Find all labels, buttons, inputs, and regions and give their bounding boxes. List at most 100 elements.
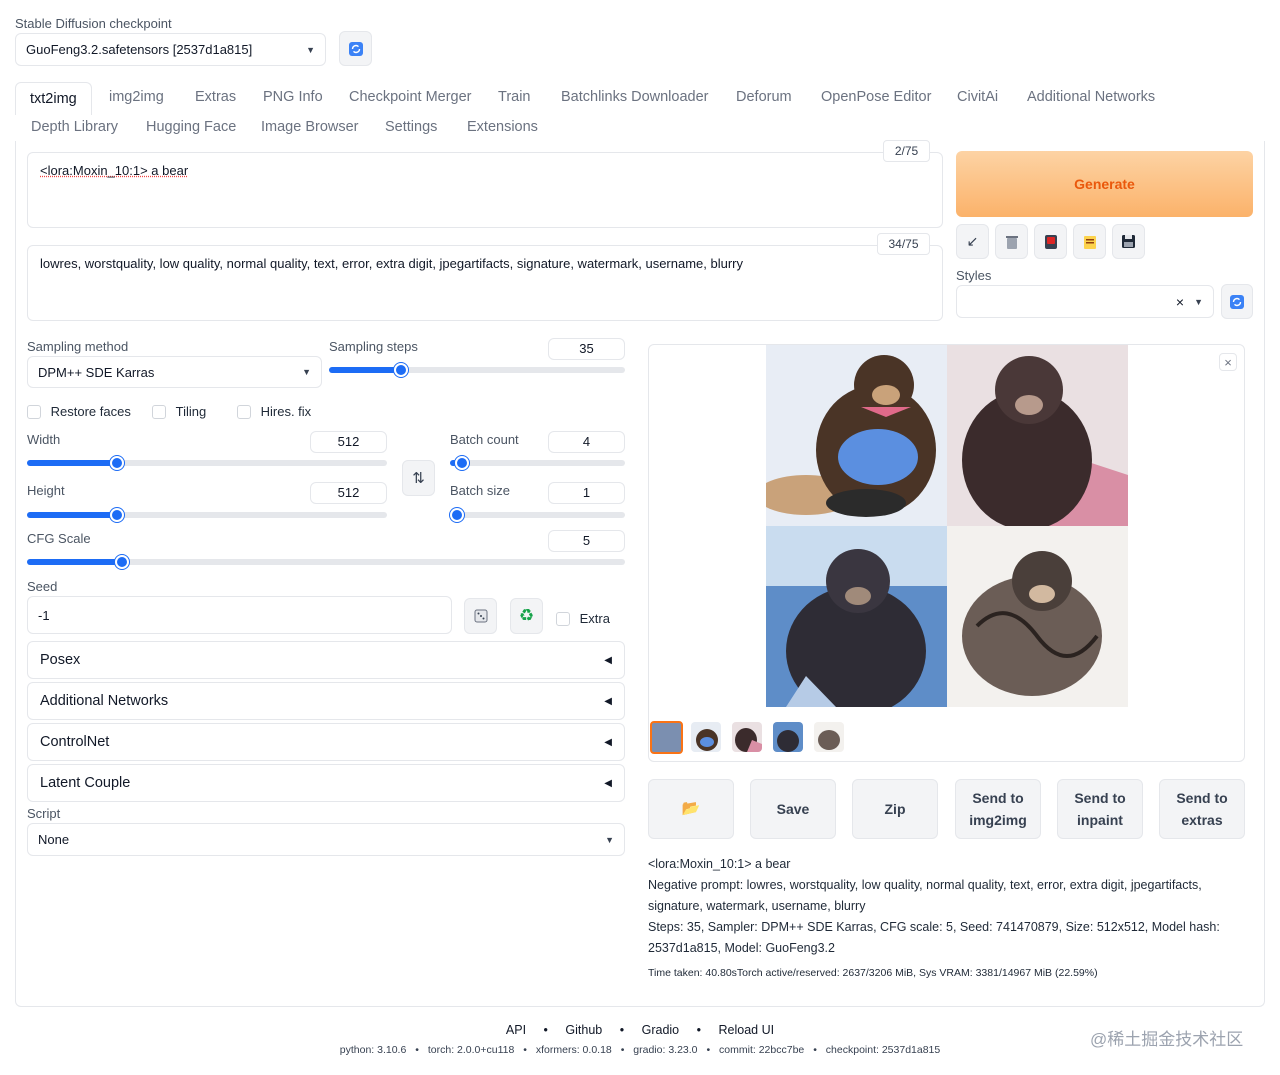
generated-image-2[interactable] [947, 345, 1128, 526]
slider-track[interactable] [450, 508, 625, 522]
sampling-steps-input[interactable]: 35 [548, 338, 625, 360]
checkbox-box[interactable] [237, 404, 251, 419]
tab-checkpoint-merger[interactable]: Checkpoint Merger [349, 89, 472, 105]
accordion-posex[interactable]: Posex ◀ [27, 641, 625, 679]
tab-deforum[interactable]: Deforum [736, 89, 792, 105]
tab-train[interactable]: Train [498, 89, 531, 105]
refresh-checkpoint-button[interactable] [339, 31, 372, 66]
thumbnail-1[interactable] [691, 722, 721, 752]
thumbnail-4[interactable] [814, 722, 844, 752]
slider-track[interactable] [27, 555, 625, 569]
batch-size-slider[interactable] [450, 508, 625, 522]
prompt-textarea[interactable]: <lora:Moxin_10:1> a bear [27, 152, 943, 228]
checkbox-box[interactable] [152, 404, 166, 419]
tab-txt2img[interactable]: txt2img [15, 82, 92, 115]
accordion-controlnet[interactable]: ControlNet ◀ [27, 723, 625, 761]
cfg-scale-input[interactable]: 5 [548, 530, 625, 552]
checkbox-box[interactable] [556, 611, 570, 626]
styles-dropdown[interactable]: × ▼ [956, 285, 1214, 318]
footer-sep: • [813, 1044, 817, 1056]
slider-thumb[interactable] [450, 508, 464, 522]
slider-track[interactable] [450, 456, 625, 470]
version-torch: torch: 2.0.0+cu118 [427, 1044, 515, 1056]
tab-image-browser[interactable]: Image Browser [261, 119, 359, 135]
tab-hugging-face[interactable]: Hugging Face [146, 119, 236, 135]
tab-civitai[interactable]: CivitAi [957, 89, 998, 105]
sampling-steps-label: Sampling steps [329, 339, 418, 354]
generate-button[interactable]: Generate [956, 151, 1253, 217]
width-slider[interactable] [27, 456, 387, 470]
footer-link-api[interactable]: API [506, 1023, 526, 1037]
generated-image-1[interactable] [766, 345, 947, 526]
show-extra-networks-button[interactable] [1034, 224, 1067, 259]
styles-label: Styles [956, 268, 992, 283]
negative-prompt-textarea[interactable]: lowres, worstquality, low quality, norma… [27, 245, 943, 321]
slider-track[interactable] [27, 456, 387, 470]
tab-batchlinks-downloader[interactable]: Batchlinks Downloader [561, 89, 709, 105]
height-slider[interactable] [27, 508, 387, 522]
sampling-steps-slider[interactable] [329, 363, 625, 377]
slider-track[interactable] [329, 363, 625, 377]
batch-count-slider[interactable] [450, 456, 625, 470]
extra-seed-checkbox[interactable]: Extra [556, 610, 610, 626]
accordion-latent-couple[interactable]: Latent Couple ◀ [27, 764, 625, 802]
reuse-seed-button[interactable]: ♻ [510, 598, 543, 634]
thumbnail-2[interactable] [732, 722, 762, 752]
slider-track[interactable] [27, 508, 387, 522]
dice-icon [474, 609, 487, 623]
random-seed-button[interactable] [464, 598, 497, 634]
accordion-label: Latent Couple [40, 775, 131, 791]
cfg-scale-slider[interactable] [27, 555, 625, 569]
footer-link-gradio[interactable]: Gradio [642, 1023, 680, 1037]
output-time: Time taken: 40.80sTorch active/reserved:… [648, 967, 1098, 979]
send-to-img2img-button[interactable]: Send to img2img [955, 779, 1041, 839]
slider-thumb[interactable] [110, 508, 125, 522]
footer-link-github[interactable]: Github [565, 1023, 602, 1037]
thumbnail-3[interactable] [773, 722, 803, 752]
close-gallery-button[interactable]: × [1219, 353, 1237, 371]
send-to-extras-button[interactable]: Send to extras [1159, 779, 1245, 839]
footer-link-reload-ui[interactable]: Reload UI [719, 1023, 775, 1037]
refresh-styles-button[interactable] [1221, 284, 1253, 319]
restore-faces-checkbox[interactable]: Restore faces [27, 403, 131, 419]
checkbox-box[interactable] [27, 404, 41, 419]
tab-openpose-editor[interactable]: OpenPose Editor [821, 89, 931, 105]
tab-additional-networks[interactable]: Additional Networks [1027, 89, 1155, 105]
thumbnail-grid[interactable] [650, 721, 683, 754]
slider-fill [27, 460, 114, 466]
checkpoint-dropdown[interactable]: GuoFeng3.2.safetensors [2537d1a815] ▼ [15, 33, 326, 66]
tab-extras[interactable]: Extras [195, 89, 236, 105]
width-input[interactable]: 512 [310, 431, 387, 453]
batch-count-input[interactable]: 4 [548, 431, 625, 453]
sampling-method-dropdown[interactable]: DPM++ SDE Karras ▼ [27, 356, 322, 388]
batch-size-input[interactable]: 1 [548, 482, 625, 504]
save-button[interactable]: Save [750, 779, 836, 839]
read-params-button[interactable]: ↙ [956, 224, 989, 259]
slider-thumb[interactable] [110, 456, 125, 470]
slider-thumb[interactable] [393, 363, 408, 377]
script-dropdown[interactable]: None ▼ [27, 823, 625, 856]
tab-png-info[interactable]: PNG Info [263, 89, 323, 105]
send-to-inpaint-button[interactable]: Send to inpaint [1057, 779, 1143, 839]
folder-icon: 📂 [681, 800, 701, 817]
seed-input[interactable]: -1 [27, 596, 452, 634]
open-folder-button[interactable]: 📂 [648, 779, 734, 839]
accordion-additional-networks[interactable]: Additional Networks ◀ [27, 682, 625, 720]
tab-settings[interactable]: Settings [385, 119, 437, 135]
slider-thumb[interactable] [114, 555, 129, 569]
zip-button[interactable]: Zip [852, 779, 938, 839]
generated-image-4[interactable] [947, 526, 1128, 707]
tiling-checkbox[interactable]: Tiling [152, 403, 206, 419]
tab-extensions[interactable]: Extensions [467, 119, 538, 135]
clear-prompt-button[interactable] [995, 224, 1028, 259]
swap-dimensions-button[interactable]: ⇅ [402, 460, 435, 496]
generated-image-3[interactable] [766, 526, 947, 707]
hires-fix-checkbox[interactable]: Hires. fix [237, 403, 311, 419]
tab-img2img[interactable]: img2img [109, 89, 164, 105]
slider-thumb[interactable] [454, 456, 469, 470]
height-input[interactable]: 512 [310, 482, 387, 504]
clear-icon[interactable]: × [1176, 294, 1184, 310]
save-style-button[interactable] [1112, 224, 1145, 259]
apply-styles-button[interactable] [1073, 224, 1106, 259]
tab-depth-library[interactable]: Depth Library [31, 119, 118, 135]
